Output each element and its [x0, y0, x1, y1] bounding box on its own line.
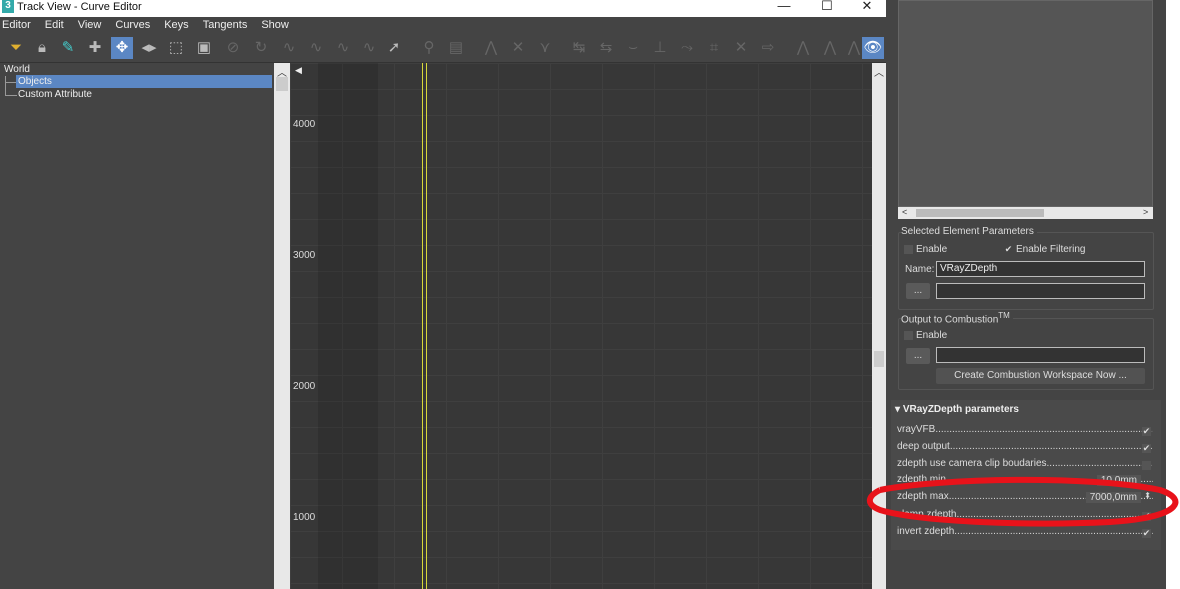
horizontal-scrollbar[interactable]: < >: [898, 207, 1153, 219]
draw-curves-icon[interactable]: ✎: [57, 37, 79, 59]
tangent-icon[interactable]: ⋀: [792, 37, 814, 59]
menu-editor[interactable]: Editor: [0, 17, 31, 31]
tangent-icon[interactable]: ⊥: [649, 37, 671, 59]
y-axis-label: 2000: [293, 381, 316, 392]
scale-values-icon[interactable]: ▣: [193, 37, 215, 59]
scroll-thumb[interactable]: [874, 351, 884, 367]
tool-icon[interactable]: ↻: [250, 37, 272, 59]
filter-icon[interactable]: ⏷: [5, 37, 27, 59]
tangent-icon[interactable]: ⇆: [595, 37, 617, 59]
vray-rollout-title: VRayZDepth parameters: [902, 404, 1019, 415]
group-title: Output to CombustionTM: [901, 311, 1013, 326]
enable-filtering-label: Enable Filtering: [1016, 244, 1086, 255]
tangent-icon[interactable]: ⋎: [534, 37, 556, 59]
param-label: vrayVFB.................................…: [897, 424, 1153, 435]
param-label: deep output.............................…: [897, 441, 1153, 452]
menu-keys[interactable]: Keys: [162, 17, 188, 31]
range-shade: [318, 63, 378, 589]
invert-zdepth-checkbox[interactable]: ✔: [1142, 529, 1151, 538]
combustion-path-input[interactable]: [936, 347, 1145, 363]
tangent-icon[interactable]: ✕: [507, 37, 529, 59]
browse-button[interactable]: ...: [906, 283, 930, 299]
vray-rollout-header[interactable]: ▾ VRayZDepth parameters: [895, 404, 1019, 415]
group-title: Selected Element Parameters: [901, 226, 1037, 237]
close-icon[interactable]: ✕: [857, 0, 877, 14]
tangent-icon[interactable]: ⤳: [676, 37, 698, 59]
create-combustion-workspace-button[interactable]: Create Combustion Workspace Now ...: [936, 368, 1145, 384]
red-annotation-ellipse: [866, 476, 1179, 527]
tool-icon[interactable]: ∿: [305, 37, 327, 59]
combustion-enable-checkbox[interactable]: [904, 331, 913, 340]
show-icon[interactable]: 👁︎: [862, 37, 884, 59]
tree-line: [5, 76, 6, 96]
combustion-title: Output to Combustion: [901, 314, 999, 326]
tree-item-objects[interactable]: Objects: [16, 75, 272, 88]
select-icon[interactable]: ➚: [383, 37, 405, 59]
enable-checkbox[interactable]: [904, 245, 913, 254]
vrayvfb-checkbox[interactable]: ✔: [1142, 427, 1151, 436]
y-axis-label: 1000: [293, 512, 316, 523]
tangent-icon[interactable]: ↹: [568, 37, 590, 59]
minimize-icon[interactable]: —: [774, 0, 794, 14]
curve-graph[interactable]: ◀ 4000 3000 2000 1000: [290, 63, 872, 589]
scroll-right-icon[interactable]: >: [1143, 207, 1148, 217]
tool-icon[interactable]: ∿: [332, 37, 354, 59]
param-vrayvfb: vrayVFB.................................…: [897, 424, 1153, 440]
tangent-icon[interactable]: ⇨: [757, 37, 779, 59]
tool-icon[interactable]: ⚲: [418, 37, 440, 59]
slide-keys-icon[interactable]: ◂▸: [138, 37, 160, 59]
move-keys-icon[interactable]: ✥: [111, 37, 133, 59]
controller-tree: World Objects Custom Attribute: [0, 63, 274, 589]
scroll-up-icon[interactable]: ︿: [874, 64, 884, 79]
enable-label: Enable: [916, 244, 948, 255]
tangent-icon[interactable]: ✕: [730, 37, 752, 59]
scale-keys-icon[interactable]: ⬚: [165, 37, 187, 59]
annotation-stroke: [866, 476, 1179, 527]
scroll-thumb[interactable]: [276, 77, 288, 91]
title-bar: 3 Track View - Curve Editor — ☐ ✕: [0, 0, 886, 17]
tool-icon[interactable]: ⊘: [222, 37, 244, 59]
scroll-thumb[interactable]: [916, 209, 1044, 217]
menu-curves[interactable]: Curves: [113, 17, 150, 31]
menu-tangents[interactable]: Tangents: [201, 17, 248, 31]
tree-line: [5, 95, 17, 96]
camera-clip-checkbox[interactable]: [1142, 461, 1151, 470]
window-title: Track View - Curve Editor: [17, 1, 142, 13]
time-slider-line[interactable]: [426, 63, 427, 589]
tangent-icon[interactable]: ⌣: [622, 37, 644, 59]
collapse-arrow-icon[interactable]: ◀: [295, 65, 302, 76]
param-label: zdepth use camera clip boudaries........…: [897, 458, 1153, 469]
combustion-browse-button[interactable]: ...: [906, 348, 930, 364]
lock-icon[interactable]: 🔒︎: [31, 37, 53, 59]
deep-output-checkbox[interactable]: ✔: [1142, 444, 1151, 453]
name-label: Name:: [905, 264, 935, 275]
trademark: TM: [998, 311, 1010, 320]
tool-icon[interactable]: ∿: [278, 37, 300, 59]
scroll-left-icon[interactable]: <: [902, 207, 907, 217]
menu-view[interactable]: View: [76, 17, 102, 31]
name-input[interactable]: VRayZDepth: [936, 261, 1145, 277]
menu-edit[interactable]: Edit: [43, 17, 64, 31]
combustion-enable-label: Enable: [916, 330, 948, 341]
app-icon: 3: [2, 0, 14, 13]
tree-item-custom-attribute[interactable]: Custom Attribute: [18, 88, 92, 101]
tangent-icon[interactable]: ⌗: [703, 37, 725, 59]
tangent-icon[interactable]: ⋀: [480, 37, 502, 59]
tool-icon[interactable]: ∿: [358, 37, 380, 59]
y-axis-label: 4000: [293, 119, 316, 130]
time-slider-line[interactable]: [422, 63, 423, 589]
menu-bar: Editor Edit View Curves Keys Tangents Show: [0, 17, 886, 35]
param-deep-output: deep output.............................…: [897, 441, 1153, 457]
add-keys-icon[interactable]: ✚: [84, 37, 106, 59]
path-input[interactable]: [936, 283, 1145, 299]
y-axis-label: 3000: [293, 250, 316, 261]
elements-list[interactable]: [898, 0, 1153, 207]
tool-icon[interactable]: ▤: [445, 37, 467, 59]
enable-filtering-checkbox[interactable]: ✔: [1004, 245, 1013, 254]
tree-scrollbar[interactable]: ︿: [274, 63, 290, 589]
tangent-icon[interactable]: ⋀: [819, 37, 841, 59]
toolbar: ⏷ 🔒︎ ✎ ✚ ✥ ◂▸ ⬚ ▣ ⊘ ↻ ∿ ∿ ∿ ∿ ➚ ⚲ ▤ ⋀ ✕ …: [0, 35, 886, 63]
maximize-icon[interactable]: ☐: [817, 0, 837, 14]
menu-show[interactable]: Show: [259, 17, 289, 31]
